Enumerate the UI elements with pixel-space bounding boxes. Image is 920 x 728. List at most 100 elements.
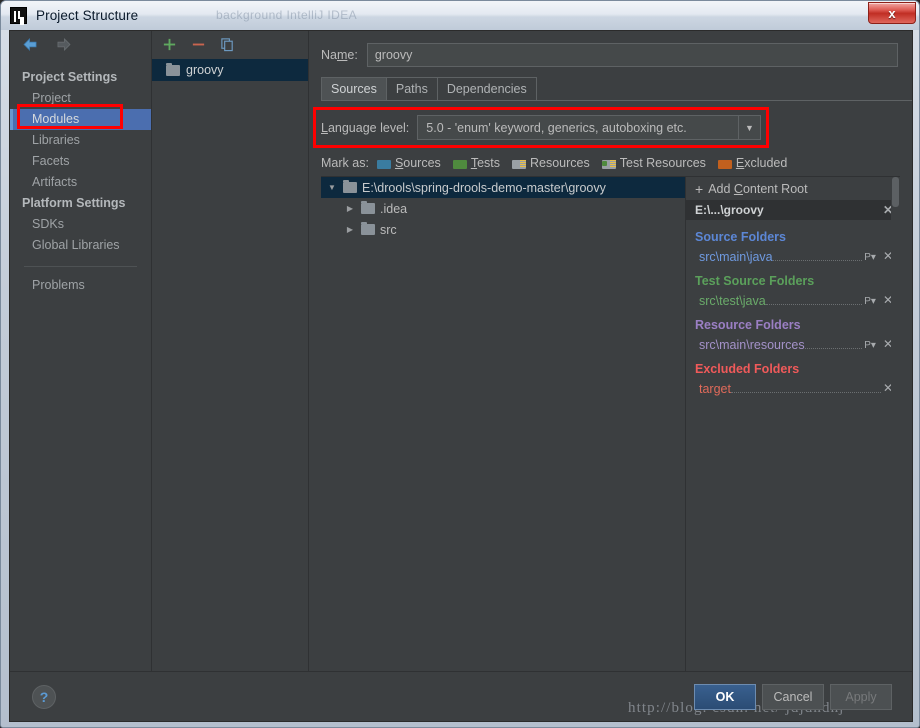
dotted-filler	[730, 381, 881, 393]
sidebar-item-modules[interactable]: Modules	[10, 109, 151, 130]
category-title: Test Source Folders	[695, 274, 815, 288]
chevron-down-icon: ▼	[738, 116, 760, 139]
tree-node-label: src	[380, 222, 397, 237]
chevron-down-icon[interactable]: ▼	[326, 182, 338, 194]
project-structure-window: Project Structure background IntelliJ ID…	[0, 0, 920, 728]
folder-path: target	[699, 382, 731, 396]
sidebar-item-global-libraries[interactable]: Global Libraries	[10, 235, 151, 256]
minus-icon[interactable]	[191, 37, 206, 52]
category-title: Excluded Folders	[695, 362, 800, 376]
mark-as-excluded-label: Excluded	[735, 156, 788, 170]
package-prefix-icon[interactable]: P▾	[864, 340, 876, 351]
package-prefix-icon[interactable]: P▾	[864, 252, 876, 263]
tree-node-label: .idea	[380, 201, 408, 216]
mark-as-test-resources-button[interactable]: Test Resources	[601, 156, 706, 170]
language-level-select[interactable]: 5.0 - 'enum' keyword, generics, autoboxi…	[417, 115, 761, 140]
mark-as-tests-label: Tests	[470, 156, 500, 170]
content-root-header: E:\...\groovy ✕	[686, 200, 900, 220]
arrow-left-icon[interactable]	[23, 37, 38, 51]
add-content-root-button[interactable]: + Add Content Root	[686, 177, 900, 200]
scrollbar-thumb[interactable]	[892, 177, 899, 207]
folder-icon	[361, 201, 375, 214]
mark-as-excluded-button[interactable]: Excluded	[717, 156, 788, 170]
window-title: Project Structure	[36, 8, 139, 23]
mark-as-label: Mark as:	[321, 156, 369, 170]
module-name-label: Name:	[321, 48, 358, 62]
mark-as-tests-button[interactable]: Tests	[452, 156, 500, 170]
folder-entry[interactable]: src\test\java P▾ ✕	[686, 290, 900, 308]
copy-icon[interactable]	[220, 37, 235, 52]
tab-sources[interactable]: Sources	[321, 77, 387, 100]
modules-list: groovy	[152, 57, 308, 81]
mark-as-resources-button[interactable]: Resources	[512, 156, 590, 170]
module-name-input[interactable]	[366, 43, 898, 67]
module-editor-panel: Name: Sources Paths Dependencies Languag…	[309, 31, 912, 672]
mark-as-sources-label: Sources	[394, 156, 441, 170]
category-excluded-folders: Excluded Folders target ✕	[686, 362, 900, 396]
sidebar-item-project[interactable]: Project	[10, 88, 151, 109]
folder-icon	[343, 180, 357, 193]
plus-icon[interactable]	[162, 37, 177, 52]
tab-dependencies[interactable]: Dependencies	[436, 77, 537, 100]
question-mark-icon: ?	[39, 689, 49, 706]
content-area: Project Settings Project Modules Librari…	[10, 31, 912, 672]
tab-paths[interactable]: Paths	[385, 77, 438, 100]
mark-as-sources-button[interactable]: Sources	[376, 156, 441, 170]
tree-node-label: E:\drools\spring-drools-demo-master\groo…	[362, 180, 606, 195]
folder-entry[interactable]: src\main\resources P▾ ✕	[686, 334, 900, 352]
folder-entry[interactable]: src\main\java P▾ ✕	[686, 246, 900, 264]
apply-button[interactable]: Apply	[830, 684, 892, 711]
folder-path: src\test\java	[699, 294, 766, 308]
package-prefix-icon[interactable]: P▾	[864, 296, 876, 307]
arrow-right-icon	[57, 37, 71, 51]
close-window-button[interactable]: x	[868, 2, 916, 24]
dialog-body: Project Settings Project Modules Librari…	[9, 30, 913, 722]
mark-as-resources-label: Resources	[530, 156, 590, 170]
title-bar-ghost-text: background IntelliJ IDEA	[216, 8, 358, 22]
cancel-button[interactable]: Cancel	[762, 684, 824, 711]
sidebar-group-platform-settings: Platform Settings	[22, 196, 126, 210]
close-icon: x	[888, 5, 896, 21]
help-button[interactable]: ?	[32, 685, 56, 710]
folder-entry[interactable]: target ✕	[686, 378, 900, 396]
mark-as-test-resources-label: Test Resources	[619, 156, 706, 170]
content-root-tree: ▼ E:\drools\spring-drools-demo-master\gr…	[321, 177, 686, 672]
folder-path: src\main\java	[699, 250, 773, 264]
ok-button[interactable]: OK	[694, 684, 756, 711]
sidebar-item-artifacts[interactable]: Artifacts	[10, 172, 151, 193]
chevron-right-icon[interactable]: ▶	[344, 224, 356, 236]
resources-folder-icon	[512, 158, 526, 169]
sidebar-item-sdks[interactable]: SDKs	[10, 214, 151, 235]
plus-icon: +	[695, 180, 704, 197]
category-resource-folders: Resource Folders src\main\resources P▾ ✕	[686, 318, 900, 352]
excluded-folder-icon	[717, 158, 732, 169]
sources-folder-icon	[376, 158, 391, 169]
sidebar-item-facets[interactable]: Facets	[10, 151, 151, 172]
folder-icon	[361, 222, 375, 235]
sources-lower-area: ▼ E:\drools\spring-drools-demo-master\gr…	[321, 176, 900, 672]
sidebar-item-problems[interactable]: Problems	[10, 275, 151, 296]
modules-toolbar	[152, 31, 308, 57]
add-content-root-label: Add Content Root	[708, 181, 808, 196]
sidebar-divider	[24, 266, 137, 267]
selection-stripe	[10, 109, 13, 130]
module-folder-icon	[166, 62, 180, 76]
sidebar-item-libraries[interactable]: Libraries	[10, 130, 151, 151]
tree-row[interactable]: ▼ E:\drools\spring-drools-demo-master\gr…	[321, 177, 685, 198]
test-resources-folder-icon	[601, 158, 616, 169]
chevron-right-icon[interactable]: ▶	[344, 203, 356, 215]
settings-sidebar: Project Settings Project Modules Librari…	[10, 31, 152, 672]
mark-as-row: Mark as: Sources Tests Resources Test Re…	[321, 156, 912, 170]
tree-row[interactable]: ▶ .idea	[321, 198, 685, 219]
right-panel-scrollbar[interactable]	[891, 177, 900, 672]
category-source-folders: Source Folders src\main\java P▾ ✕	[686, 230, 900, 264]
category-title: Resource Folders	[695, 318, 801, 332]
dotted-filler	[804, 337, 863, 349]
folder-path: src\main\resources	[699, 338, 805, 352]
module-list-item-groovy[interactable]: groovy	[152, 59, 308, 81]
dialog-footer: ? http://blog. csdn. net/ jdjdndhj OK Ca…	[10, 671, 912, 721]
sidebar-group-project-settings: Project Settings	[22, 70, 118, 84]
intellij-idea-logo-icon	[10, 7, 27, 24]
tree-row[interactable]: ▶ src	[321, 219, 685, 240]
language-level-label: Language level:	[321, 120, 410, 135]
